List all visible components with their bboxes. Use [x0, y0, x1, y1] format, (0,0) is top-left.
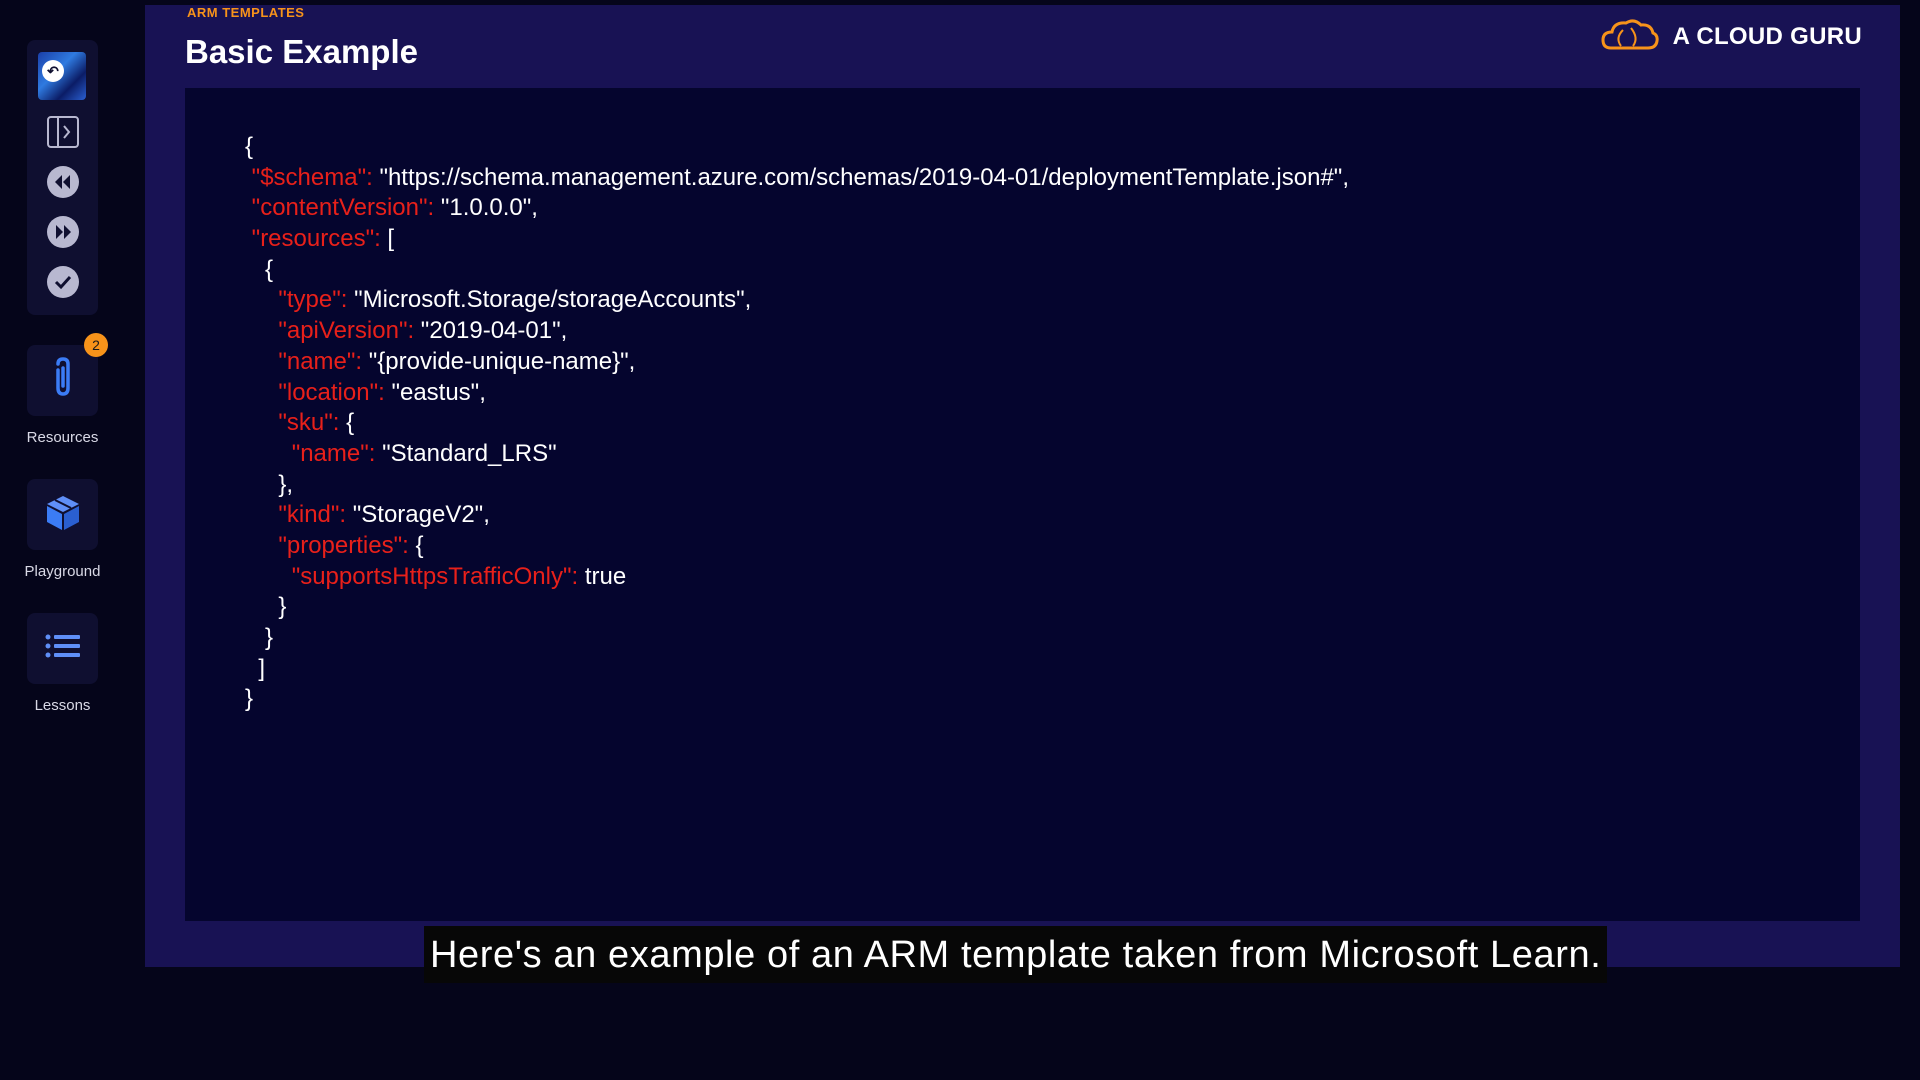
- code-key: "name":: [291, 439, 383, 467]
- sidebar-toggle-icon[interactable]: [45, 114, 81, 150]
- left-sidebar: ↶ 2 Resources Playground Lessons: [0, 0, 145, 1080]
- code-value: {: [346, 409, 355, 437]
- code-key: "resources":: [251, 225, 388, 253]
- code-line: {: [245, 132, 1349, 163]
- code-value: [: [387, 225, 395, 253]
- code-key: "apiVersion":: [278, 317, 421, 345]
- slide: ARM TEMPLATES Basic Example A CLOUD GURU…: [145, 5, 1900, 967]
- code-value: "1.0.0.0",: [440, 194, 538, 222]
- fast-forward-icon[interactable]: [45, 214, 81, 250]
- code-line: }: [245, 592, 1349, 623]
- code-line: "apiVersion": "2019-04-01",: [245, 316, 1349, 347]
- code-key: "supportsHttpsTrafficOnly":: [291, 562, 585, 590]
- code-value: true: [584, 562, 627, 590]
- code-value: "StorageV2",: [352, 501, 490, 529]
- code-key: "contentVersion":: [251, 194, 441, 222]
- playground-label: Playground: [24, 563, 101, 580]
- code-value: "Microsoft.Storage/storageAccounts",: [354, 286, 752, 314]
- code-value: "eastus",: [391, 378, 486, 406]
- code-line: }: [245, 623, 1349, 654]
- back-arrow-icon[interactable]: ↶: [42, 60, 64, 82]
- code-value: "Standard_LRS": [382, 439, 557, 467]
- code-value: }: [245, 685, 254, 713]
- code-key: "$schema":: [251, 163, 380, 191]
- code-line: "supportsHttpsTrafficOnly": true: [245, 562, 1349, 593]
- code-line: "sku": {: [245, 408, 1349, 439]
- brand-logo: A CLOUD GURU: [1601, 17, 1862, 57]
- code-key: "location":: [278, 378, 392, 406]
- code-value: {: [265, 255, 274, 283]
- code-line: "contentVersion": "1.0.0.0",: [245, 193, 1349, 224]
- code-value: {: [415, 531, 424, 559]
- code-line: "name": "{provide-unique-name}",: [245, 347, 1349, 378]
- paperclip-icon: [48, 356, 78, 405]
- lessons-button[interactable]: [27, 613, 98, 684]
- code-key: "kind":: [278, 501, 353, 529]
- code-line: }: [245, 684, 1349, 715]
- video-thumbnail[interactable]: ↶: [38, 52, 86, 100]
- code-line: "resources": [: [245, 224, 1349, 255]
- code-line: "$schema": "https://schema.management.az…: [245, 163, 1349, 194]
- brand-name: A CLOUD GURU: [1672, 23, 1862, 50]
- code-key: "name":: [278, 347, 369, 375]
- player-controls: ↶: [27, 40, 98, 315]
- cloud-logo-icon: [1601, 18, 1659, 57]
- code-value: }: [278, 593, 287, 621]
- rewind-icon[interactable]: [45, 164, 81, 200]
- code-key: "properties":: [278, 531, 416, 559]
- resources-count-badge: 2: [84, 333, 108, 357]
- resources-label: Resources: [26, 429, 99, 446]
- code-value: "2019-04-01",: [420, 317, 568, 345]
- code-value: }: [265, 624, 274, 651]
- code-value: {: [245, 133, 254, 160]
- video-player: ↶ 2 Resources Playground Lessons ARM TEM…: [0, 0, 1920, 1080]
- slide-section-label: ARM TEMPLATES: [187, 5, 305, 20]
- code-panel: { "$schema": "https://schema.management.…: [185, 88, 1860, 921]
- subtitle-caption: Here's an example of an ARM template tak…: [424, 926, 1608, 983]
- code-line: "name": "Standard_LRS": [245, 439, 1349, 470]
- code-value: "{provide-unique-name}",: [368, 347, 636, 375]
- playground-button[interactable]: [27, 479, 98, 550]
- code-key: "type":: [278, 286, 355, 314]
- slide-title: Basic Example: [185, 33, 418, 70]
- lessons-label: Lessons: [34, 697, 91, 714]
- code-line: "properties": {: [245, 531, 1349, 562]
- check-circle-icon[interactable]: [45, 264, 81, 300]
- code-value: "https://schema.management.azure.com/sch…: [379, 163, 1349, 191]
- code-value: ]: [258, 654, 266, 682]
- code-line: "kind": "StorageV2",: [245, 500, 1349, 531]
- arm-template-code: { "$schema": "https://schema.management.…: [245, 132, 1349, 715]
- resources-button[interactable]: [27, 345, 98, 416]
- code-line: {: [245, 255, 1349, 286]
- code-line: "type": "Microsoft.Storage/storageAccoun…: [245, 285, 1349, 316]
- code-line: "location": "eastus",: [245, 378, 1349, 409]
- code-key: "sku":: [278, 409, 347, 437]
- list-icon: [45, 633, 81, 664]
- code-line: ]: [245, 654, 1349, 685]
- code-line: },: [245, 470, 1349, 501]
- code-value: },: [278, 470, 294, 498]
- cube-icon: [43, 492, 83, 537]
